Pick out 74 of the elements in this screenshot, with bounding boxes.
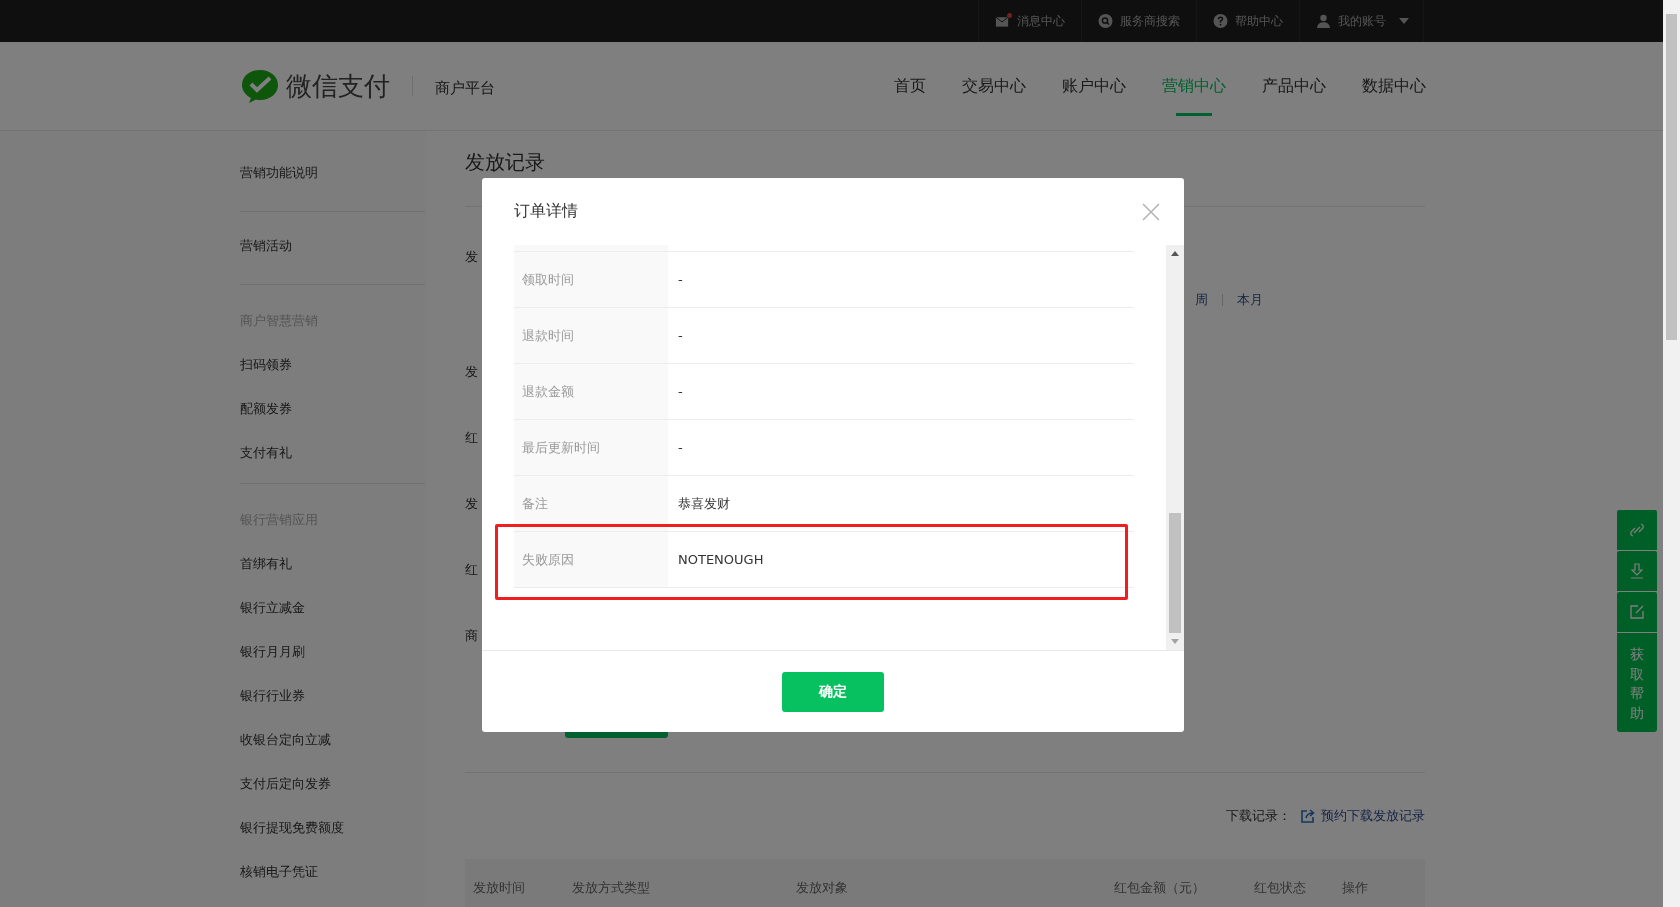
close-icon[interactable] [1142,202,1160,221]
link-button[interactable] [1617,510,1657,550]
sidebar-item[interactable]: 银行行业券 [240,674,425,718]
column-header: 发放对象 [796,879,848,897]
detail-label: 最后更新时间 [522,438,600,457]
top-nav-link[interactable]: 我的账号 [1299,0,1424,42]
column-header: 发放方式类型 [572,879,650,897]
sidebar-item[interactable]: 支付后定向发券 [240,762,425,806]
search-icon [1098,14,1113,28]
column-header: 红包状态 [1254,879,1306,897]
date-range-link[interactable]: 本月 [1237,291,1263,309]
confirm-button[interactable]: 确定 [782,671,884,712]
mail-icon [995,14,1010,28]
sidebar-item[interactable]: 核销电子凭证 [240,850,425,894]
sidebar-item[interactable]: 支付有礼 [240,431,425,475]
detail-value: - [678,440,683,455]
logo-text: 微信支付 [285,69,390,103]
scroll-up-icon[interactable] [1171,251,1179,256]
download-label: 下载记录： [1226,807,1291,825]
download-button[interactable] [1617,551,1657,591]
column-header: 发放时间 [473,879,525,897]
sidebar-item[interactable]: 首绑有礼 [240,542,425,586]
sidebar-item[interactable]: 营销活动 [240,226,425,266]
form-label: 红 [465,562,478,577]
form-label: 发 [465,496,478,511]
dialog-title: 订单详情 [514,201,578,222]
detail-label: 失败原因 [522,550,574,569]
sidebar-item[interactable]: 银行月月刷 [240,630,425,674]
detail-value: - [678,328,683,343]
detail-value: NOTENOUGH [678,552,764,567]
caret-icon [1399,18,1409,24]
nav-tab[interactable]: 账户中心 [1057,66,1130,116]
date-range-link[interactable]: 周 [1195,291,1208,309]
sidebar-item[interactable]: 银行立减金 [240,586,425,630]
form-label: 发 [465,364,478,379]
download-icon [1629,563,1645,579]
sidebar-item[interactable]: 营销功能说明 [240,153,425,193]
page-title: 发放记录 [465,149,545,176]
top-nav-link[interactable]: 消息中心 [978,0,1081,42]
sidebar-item[interactable]: 银行提现免费额度 [240,806,425,850]
detail-label: 退款金额 [522,382,574,401]
column-header: 红包金额（元） [1114,879,1205,897]
detail-value: - [678,384,683,399]
link-icon [1629,522,1645,538]
scroll-thumb[interactable] [1169,513,1181,633]
page-scrollbar[interactable] [1663,0,1680,907]
top-nav-link[interactable]: 帮助中心 [1196,0,1299,42]
edit-button[interactable] [1617,592,1657,632]
help-icon [1213,14,1228,28]
edit-icon [1629,604,1645,620]
form-label: 发 [465,249,478,264]
top-nav-link[interactable]: 服务商搜索 [1081,0,1196,42]
export-icon [1301,809,1315,823]
detail-value: - [678,272,683,287]
download-link[interactable]: 预约下载发放记录 [1321,807,1425,825]
detail-label: 退款时间 [522,326,574,345]
scroll-down-icon[interactable] [1171,639,1179,644]
sidebar-item[interactable]: 扫码领券 [240,343,425,387]
nav-tab[interactable]: 首页 [889,66,930,116]
form-label: 商 [465,628,478,643]
platform-name: 商户平台 [434,78,495,98]
nav-tab[interactable]: 数据中心 [1357,66,1430,116]
detail-value: 恭喜发财 [678,494,730,513]
nav-tab[interactable]: 交易中心 [957,66,1030,116]
user-icon [1316,14,1331,28]
detail-label: 领取时间 [522,270,574,289]
scrollbar[interactable] [1166,245,1184,650]
sidebar-item[interactable]: 收银台定向立减 [240,718,425,762]
column-header: 操作 [1342,879,1368,897]
chat-check-logo-icon [239,68,280,104]
detail-label: 备注 [522,494,548,513]
nav-tab[interactable]: 产品中心 [1257,66,1330,116]
sidebar-item[interactable]: 配额发券 [240,387,425,431]
form-label: 红 [465,430,478,445]
